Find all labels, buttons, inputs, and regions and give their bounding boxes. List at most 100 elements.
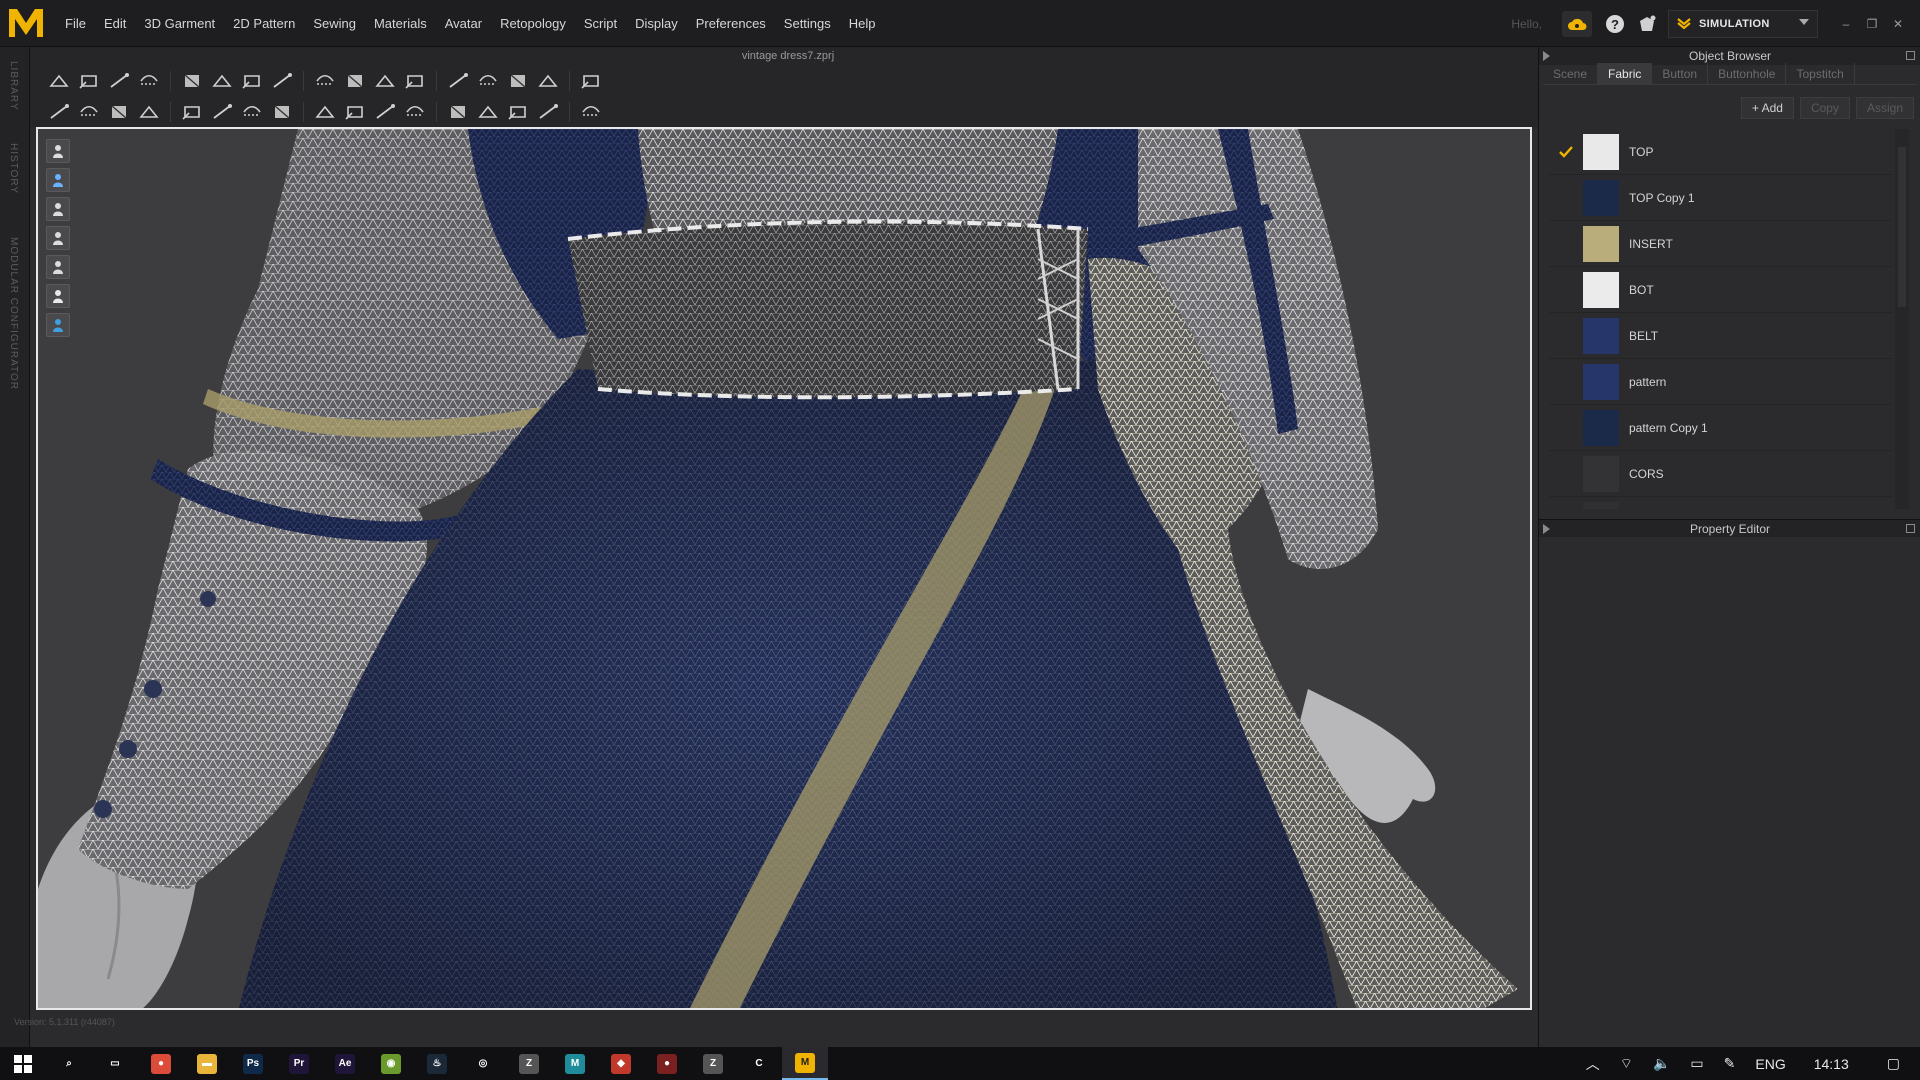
taskbar-cinema[interactable]: C bbox=[736, 1047, 782, 1080]
circumference-button[interactable] bbox=[74, 99, 104, 125]
battery-icon[interactable]: ▭ bbox=[1680, 1055, 1713, 1072]
free-sew-button[interactable] bbox=[237, 68, 267, 94]
clock[interactable]: 14:13 bbox=[1796, 1056, 1867, 1072]
seam-button[interactable] bbox=[267, 99, 297, 125]
avatar-toggle[interactable] bbox=[46, 197, 70, 221]
topstitch-button[interactable] bbox=[237, 99, 267, 125]
undock-icon[interactable] bbox=[1906, 524, 1915, 533]
align-button[interactable] bbox=[576, 99, 606, 125]
taskbar-after-effects[interactable]: Ae bbox=[322, 1047, 368, 1080]
menu-3d-garment[interactable]: 3D Garment bbox=[135, 0, 224, 47]
notifications-icon[interactable]: ▢ bbox=[1867, 1055, 1920, 1072]
taskbar-steam[interactable]: ♨ bbox=[414, 1047, 460, 1080]
wireframe-toggle[interactable] bbox=[46, 255, 70, 279]
fabric-swatch[interactable] bbox=[1583, 455, 1619, 492]
fabric-row[interactable]: pattern Copy 1 bbox=[1549, 405, 1893, 451]
fabric-row[interactable]: pattern bbox=[1549, 359, 1893, 405]
help-button[interactable]: ? bbox=[1604, 13, 1626, 35]
taskbar-task-view[interactable]: ▭ bbox=[92, 1047, 138, 1080]
taskbar-file-explorer[interactable]: ▬ bbox=[184, 1047, 230, 1080]
skin-toggle[interactable] bbox=[46, 284, 70, 308]
menu-sewing[interactable]: Sewing bbox=[304, 0, 365, 47]
tack-button[interactable] bbox=[340, 68, 370, 94]
fabric-row[interactable]: TOP bbox=[1549, 129, 1893, 175]
menu-settings[interactable]: Settings bbox=[775, 0, 840, 47]
strap-button[interactable] bbox=[443, 68, 473, 94]
grid-2-button[interactable] bbox=[576, 68, 606, 94]
tab-scene[interactable]: Scene bbox=[1543, 63, 1599, 84]
fabric-swatch[interactable] bbox=[1583, 179, 1619, 216]
zipper-button[interactable] bbox=[400, 99, 430, 125]
graphic-button[interactable] bbox=[207, 99, 237, 125]
display-avatar-toggle[interactable] bbox=[46, 168, 70, 192]
fabric-list-scrollbar[interactable] bbox=[1895, 129, 1909, 509]
select-move-button[interactable] bbox=[44, 68, 74, 94]
network-icon[interactable]: ⌔ bbox=[1610, 1055, 1643, 1073]
button-button[interactable] bbox=[340, 99, 370, 125]
pin-button[interactable] bbox=[370, 68, 400, 94]
fabric-swatch[interactable] bbox=[1583, 225, 1619, 262]
taskbar-chrome[interactable]: ● bbox=[138, 1047, 184, 1080]
tape-button[interactable] bbox=[443, 99, 473, 125]
taskbar-app-dark-red[interactable]: ● bbox=[644, 1047, 690, 1080]
tab-buttonhole[interactable]: Buttonhole bbox=[1708, 63, 1787, 84]
display-garment-toggle[interactable] bbox=[46, 139, 70, 163]
3d-viewport[interactable] bbox=[36, 127, 1532, 1010]
texture-view-toggle[interactable] bbox=[46, 226, 70, 250]
pen-icon[interactable]: ✎ bbox=[1714, 1055, 1746, 1072]
drape-button[interactable] bbox=[503, 68, 533, 94]
taskbar-photoshop[interactable]: Ps bbox=[230, 1047, 276, 1080]
fold-button[interactable] bbox=[400, 68, 430, 94]
fabric-row[interactable] bbox=[1549, 497, 1893, 509]
taskbar-premiere[interactable]: Pr bbox=[276, 1047, 322, 1080]
pin-icon[interactable] bbox=[1543, 51, 1550, 61]
pin-icon[interactable] bbox=[1543, 524, 1550, 534]
mode-selector[interactable]: SIMULATION bbox=[1668, 9, 1818, 38]
puckering-button[interactable] bbox=[310, 99, 340, 125]
fabric-row[interactable]: TOP Copy 1 bbox=[1549, 175, 1893, 221]
restore-button[interactable]: ❐ bbox=[1860, 14, 1884, 34]
shirring-button[interactable] bbox=[473, 99, 503, 125]
fabric-row[interactable]: BELT bbox=[1549, 313, 1893, 359]
brush-button[interactable] bbox=[134, 99, 164, 125]
taskbar-marvelous-designer[interactable]: M bbox=[782, 1047, 828, 1080]
taskbar-marvelous-designer-alt[interactable]: M bbox=[552, 1047, 598, 1080]
grid-button[interactable] bbox=[533, 68, 563, 94]
scrollbar-thumb[interactable] bbox=[1898, 147, 1906, 307]
close-button[interactable]: ✕ bbox=[1886, 14, 1910, 34]
trim-button[interactable] bbox=[503, 99, 533, 125]
edit-curvature-button[interactable] bbox=[177, 68, 207, 94]
transform-button[interactable] bbox=[74, 68, 104, 94]
library-tab[interactable]: LIBRARY bbox=[8, 61, 19, 111]
fabric-swatch[interactable] bbox=[1583, 317, 1619, 354]
avatar-measure-button[interactable] bbox=[44, 99, 74, 125]
environment-toggle[interactable] bbox=[46, 313, 70, 337]
start-button[interactable] bbox=[0, 1047, 46, 1080]
fabric-swatch[interactable] bbox=[1583, 133, 1619, 170]
buttonhole-button[interactable] bbox=[370, 99, 400, 125]
cloud-sync-button[interactable] bbox=[1562, 10, 1592, 37]
arrangement-button[interactable] bbox=[473, 68, 503, 94]
menu-2d-pattern[interactable]: 2D Pattern bbox=[224, 0, 304, 47]
show-hidden-icons[interactable]: ︿ bbox=[1576, 1054, 1610, 1074]
history-tab[interactable]: HISTORY bbox=[8, 143, 19, 194]
assign-fabric-button[interactable]: Assign bbox=[1855, 97, 1914, 119]
menu-edit[interactable]: Edit bbox=[95, 0, 135, 47]
taskbar-app-green[interactable]: ◉ bbox=[368, 1047, 414, 1080]
taskbar-search[interactable]: ⌕ bbox=[46, 1047, 92, 1080]
menu-script[interactable]: Script bbox=[575, 0, 626, 47]
menu-help[interactable]: Help bbox=[840, 0, 885, 47]
m-n-sew-button[interactable] bbox=[267, 68, 297, 94]
texture-button[interactable] bbox=[177, 99, 207, 125]
fabric-swatch[interactable] bbox=[1583, 271, 1619, 308]
tab-fabric[interactable]: Fabric bbox=[1598, 63, 1653, 84]
fabric-swatch[interactable] bbox=[1583, 363, 1619, 400]
fabric-row[interactable]: INSERT bbox=[1549, 221, 1893, 267]
add-fabric-button[interactable]: + Add bbox=[1740, 97, 1794, 119]
app-logo[interactable] bbox=[4, 3, 48, 43]
fold-arrangement-button[interactable] bbox=[104, 68, 134, 94]
menu-materials[interactable]: Materials bbox=[365, 0, 436, 47]
length-button[interactable] bbox=[104, 99, 134, 125]
menu-preferences[interactable]: Preferences bbox=[687, 0, 775, 47]
undock-icon[interactable] bbox=[1906, 51, 1915, 60]
